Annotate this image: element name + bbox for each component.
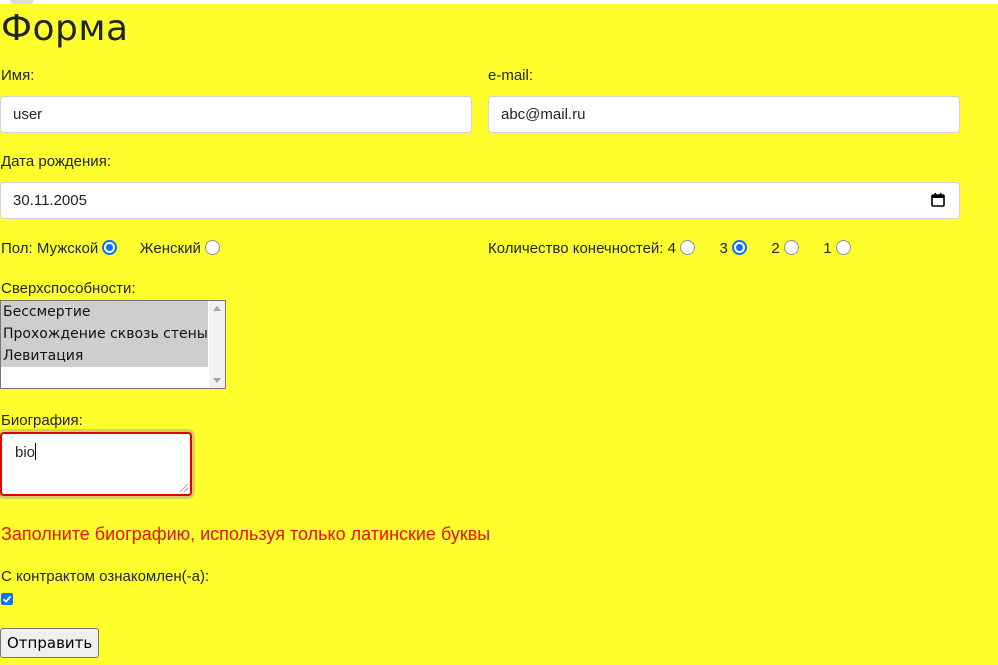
bio-error-message: Заполните биографию, используя только ла… [1, 524, 491, 544]
scroll-down-icon[interactable] [213, 378, 221, 383]
limbs-option-3-label: 3 [719, 240, 728, 257]
superpower-option[interactable]: Прохождение сквозь стены [1, 323, 208, 345]
page-title: Форма [1, 8, 129, 49]
checkmark-icon [2, 595, 12, 603]
limbs-1-radio[interactable] [835, 240, 851, 255]
gender-option-female-label: Женский [139, 240, 201, 257]
listbox-scrollbar[interactable] [209, 301, 225, 388]
resize-grip-icon[interactable] [180, 484, 188, 492]
limbs-3-radio[interactable] [732, 240, 747, 255]
limbs-option-2-label: 2 [771, 240, 780, 257]
limbs-4-radio[interactable] [680, 240, 696, 255]
limbs-group: Количество конечностей: 4 3 2 1 [488, 240, 851, 257]
bio-label: Биография: [1, 412, 83, 429]
calendar-icon[interactable] [931, 193, 945, 207]
superpowers-label: Сверхспособности: [1, 280, 136, 297]
contract-label: С контрактом ознакомлен(-а): [1, 568, 210, 585]
superpower-option[interactable]: Бессмертие [1, 301, 208, 323]
submit-button[interactable]: Отправить [0, 628, 100, 658]
contract-checkbox[interactable] [1, 593, 13, 605]
gender-label: Пол: [1, 240, 33, 257]
browser-chrome-edge [0, 0, 998, 4]
limbs-option-4-label: 4 [667, 240, 676, 257]
name-input[interactable]: user [0, 96, 472, 133]
birthdate-value: 30.11.2005 [13, 192, 87, 209]
bio-textarea[interactable]: bio [0, 432, 192, 496]
birthdate-label: Дата рождения: [1, 153, 111, 170]
name-label: Имя: [1, 67, 35, 84]
limbs-option-1-label: 1 [823, 240, 832, 257]
text-caret [35, 443, 37, 460]
limbs-label: Количество конечностей: [488, 240, 664, 257]
gender-group: Пол: Мужской Женский [1, 240, 221, 257]
email-label: e-mail: [488, 67, 534, 84]
limbs-2-radio[interactable] [783, 240, 799, 255]
birthdate-input[interactable]: 30.11.2005 [0, 182, 960, 219]
superpowers-select[interactable]: Бессмертие Прохождение сквозь стены Леви… [0, 300, 226, 389]
bio-value: bio [15, 444, 36, 461]
gender-female-radio[interactable] [205, 240, 221, 255]
gender-male-radio[interactable] [102, 240, 118, 255]
gender-option-male-label: Мужской [36, 240, 99, 257]
superpower-option[interactable]: Левитация [1, 345, 208, 367]
email-input[interactable]: abc@mail.ru [488, 96, 960, 133]
scroll-up-icon[interactable] [213, 306, 221, 311]
browser-tab-edge [10, 0, 34, 4]
